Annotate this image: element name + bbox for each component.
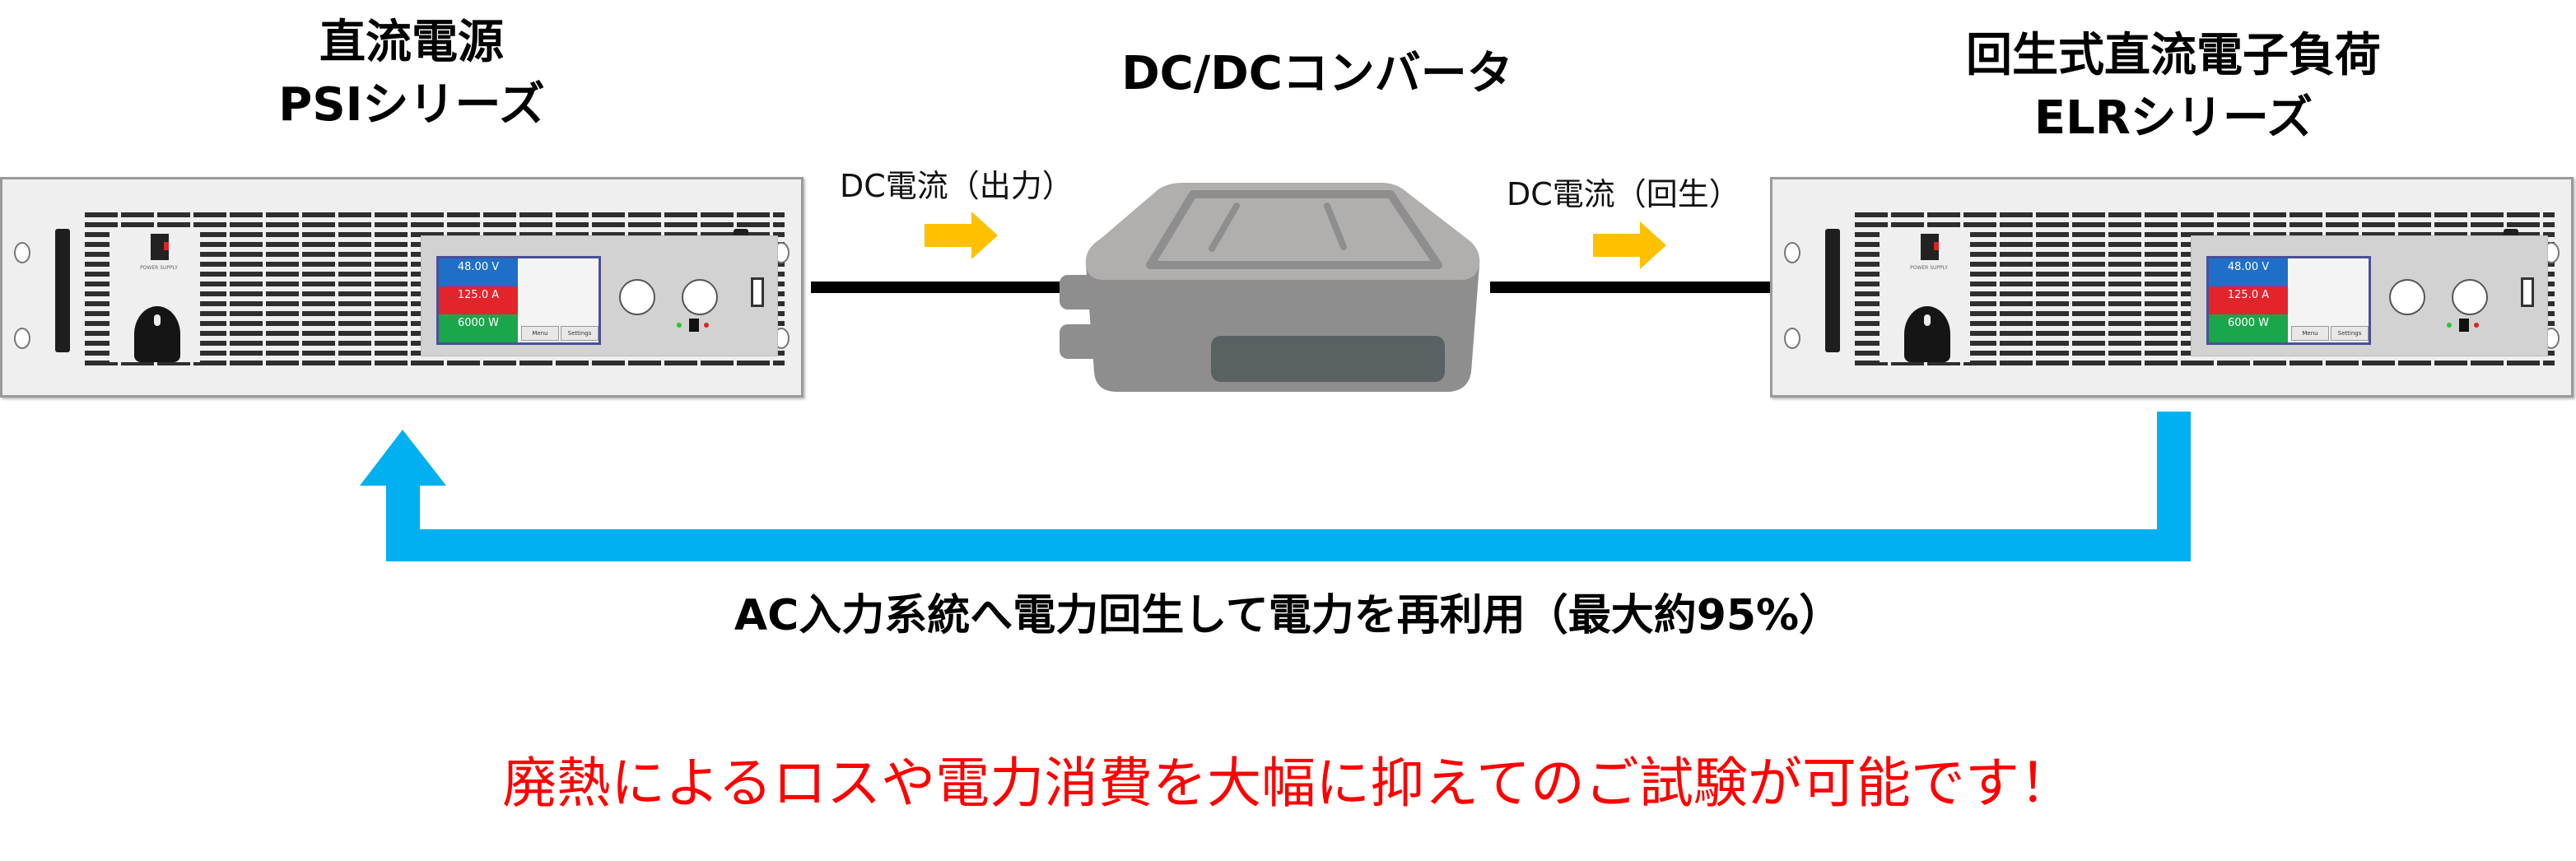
benefit-note: 廃熱によるロスや電力消費を大幅に抑えてのご試験が可能です！ bbox=[502, 752, 2074, 815]
regen-caption: AC入力系統へ電力回生して電力を再利用（最大約95%） bbox=[734, 591, 1842, 640]
regen-return-arrow-icon bbox=[360, 412, 2191, 561]
